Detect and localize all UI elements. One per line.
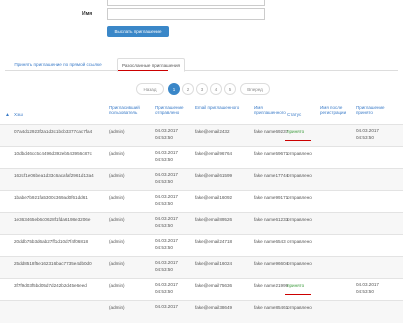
- name-cell: fake name85461: [254, 305, 289, 310]
- status-underline-mark: [285, 294, 311, 295]
- name-cell: fake name99171: [254, 195, 289, 200]
- email-cell: fake@email89526: [195, 217, 233, 222]
- col-email[interactable]: Email приглашенного: [195, 105, 245, 110]
- email-cell: fake@email61599: [195, 173, 233, 178]
- pagination-prev[interactable]: Назад: [136, 83, 164, 95]
- sent-date-cell: 04.03.2017: [155, 172, 178, 177]
- email-cell: fake@email16024: [195, 261, 233, 266]
- inviter-cell: (admin): [109, 239, 125, 244]
- sent-date-cell: 04.03.2017: [155, 128, 178, 133]
- name-cell: fake name17744: [254, 173, 289, 178]
- send-invitation-button[interactable]: Выслать приглашение: [107, 26, 169, 37]
- name-label: Имя: [82, 11, 93, 17]
- inviter-cell: (admin): [109, 129, 125, 134]
- name-cell: fake name6543: [254, 239, 286, 244]
- col-inviter[interactable]: Пригласивший пользователь: [109, 105, 149, 115]
- inviter-cell: (admin): [109, 195, 125, 200]
- sent-time-cell: 04:53:50: [155, 157, 173, 162]
- pagination-page-5[interactable]: 5: [224, 83, 236, 95]
- pagination-page-2[interactable]: 2: [182, 83, 194, 95]
- email-cell: fake@email96764: [195, 151, 233, 156]
- table-row: 20ddb75b3d6ab27ff1d10d7f4f06818 (admin) 04…: [0, 234, 403, 257]
- status-underline-mark: [285, 140, 311, 141]
- table-row: 25dd8518f5e162316bac7735e4db0d0 (admin) 04…: [0, 256, 403, 279]
- sent-time-cell: 04:53:50: [155, 201, 173, 206]
- table-row: 10dbd46cc5c4496d392eb543956c87c (admin) 04…: [0, 146, 403, 169]
- status-cell: принято: [287, 129, 305, 134]
- pagination-next[interactable]: Вперед: [240, 83, 270, 95]
- col-hash[interactable]: Хэш: [14, 112, 104, 117]
- name-input[interactable]: [107, 8, 265, 20]
- name-cell: fake name69237: [254, 129, 289, 134]
- hash-cell: 162cf1e06bea1d33c6acafaf2961d13a4: [14, 173, 94, 178]
- inviter-cell: (admin): [109, 261, 125, 266]
- accepted-time-cell: 04:53:50: [356, 289, 374, 294]
- sent-date-cell: 04.03.2017: [155, 304, 178, 309]
- table-row: (admin) 04.03.2017 fake@email38649 fake nam…: [0, 300, 403, 323]
- status-cell: отправлено: [287, 173, 312, 178]
- pagination-page-1[interactable]: 1: [168, 83, 180, 95]
- accepted-date-cell: 04.03.2017: [356, 128, 379, 133]
- hash-cell: 3f7f9d03f5bd05d7d242b2d45e6eed: [14, 283, 87, 288]
- name-cell: fake name59671: [254, 151, 289, 156]
- sort-arrow-icon[interactable]: ▲: [5, 112, 10, 118]
- accepted-time-cell: 04:53:50: [356, 135, 374, 140]
- email-cell: fake@email16092: [195, 195, 233, 200]
- inviter-cell: (admin): [109, 151, 125, 156]
- inviter-cell: (admin): [109, 173, 125, 178]
- status-cell: отправлено: [287, 239, 312, 244]
- pagination-page-4[interactable]: 4: [210, 83, 222, 95]
- status-cell: отправлено: [287, 305, 312, 310]
- sent-time-cell: 04:53:50: [155, 245, 173, 250]
- sent-time-cell: 04:53:50: [155, 135, 173, 140]
- hash-cell: 1e363465eb6c0628f1fda6198e3206e: [14, 217, 91, 222]
- table-row: 1e363465eb6c0628f1fda6198e3206e (admin) 04…: [0, 212, 403, 235]
- status-cell: отправлено: [287, 151, 312, 156]
- col-sent[interactable]: Приглашение отправлено: [155, 105, 193, 115]
- email-cell: fake@email38649: [195, 305, 233, 310]
- name-cell: fake name96604: [254, 261, 289, 266]
- tab-direct-link[interactable]: Принять приглашение по прямой ссылке: [5, 58, 111, 70]
- sent-date-cell: 04.03.2017: [155, 282, 178, 287]
- name-cell: fake name61233: [254, 217, 289, 222]
- sent-time-cell: 04:53:50: [155, 267, 173, 272]
- sent-time-cell: 04:53:50: [155, 179, 173, 184]
- sent-time-cell: 04:53:50: [155, 223, 173, 228]
- hash-cell: 10dbd46cc5c4496d392eb543956c87c: [14, 151, 92, 156]
- email-input[interactable]: [107, 0, 265, 6]
- table-row: 1babe7b921fa5300c369ad0f61dd61 (admin) 04.…: [0, 190, 403, 213]
- hash-cell: 20ddb75b3d6ab27ff1d10d7f4f06818: [14, 239, 89, 244]
- sent-date-cell: 04.03.2017: [155, 260, 178, 265]
- email-cell: fake@email75636: [195, 283, 233, 288]
- sent-date-cell: 04.03.2017: [155, 238, 178, 243]
- table-row: 07a4d12923f2a1d3c1bcb3377cac7fa4 (admin) 0…: [0, 124, 403, 147]
- sent-date-cell: 04.03.2017: [155, 216, 178, 221]
- status-cell: отправлено: [287, 261, 312, 266]
- sent-date-cell: 04.03.2017: [155, 150, 178, 155]
- hash-cell: 1babe7b921fa5300c369ad0f61dd61: [14, 195, 88, 200]
- status-cell: принято: [287, 283, 305, 288]
- table-row: 3f7f9d03f5bd05d7d242b2d45e6eed (admin) 04.…: [0, 278, 403, 301]
- accepted-date-cell: 04.03.2017: [356, 282, 379, 287]
- email-cell: fake@email24718: [195, 239, 233, 244]
- sent-date-cell: 04.03.2017: [155, 194, 178, 199]
- pagination-page-3[interactable]: 3: [196, 83, 208, 95]
- col-accepted[interactable]: Приглашение принято: [356, 105, 396, 115]
- col-status[interactable]: Статус: [287, 112, 317, 117]
- name-cell: fake name21999: [254, 283, 289, 288]
- hash-cell: 25dd8518f5e162316bac7735e4db0d0: [14, 261, 92, 266]
- tab-bar: Принять приглашение по прямой ссылке Раз…: [5, 58, 398, 72]
- hash-cell: 07a4d12923f2a1d3c1bcb3377cac7fa4: [14, 129, 93, 134]
- sent-time-cell: 04:53:50: [155, 289, 173, 294]
- table-row: 162cf1e06bea1d33c6acafaf2961d13a4 (admin)…: [0, 168, 403, 191]
- table-header: ▲ Хэш Пригласивший пользователь Приглаше…: [0, 103, 403, 123]
- inviter-cell: (admin): [109, 283, 125, 288]
- email-cell: fake@email2432: [195, 129, 230, 134]
- inviter-cell: (admin): [109, 305, 125, 310]
- inviter-cell: (admin): [109, 217, 125, 222]
- col-reg-name[interactable]: Имя после регистрации: [320, 105, 352, 115]
- status-cell: отправлено: [287, 217, 312, 222]
- status-cell: отправлено: [287, 195, 312, 200]
- tab-underline-mark: [118, 70, 168, 71]
